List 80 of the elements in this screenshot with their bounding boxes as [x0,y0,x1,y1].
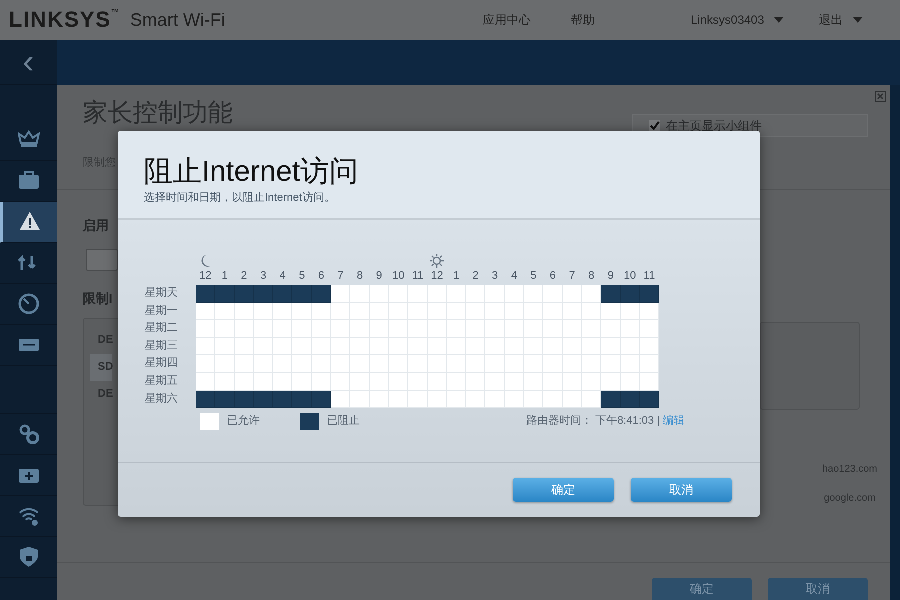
separator: | [657,414,660,430]
hour-label: 10 [391,269,406,284]
hour-label: 7 [336,269,345,284]
day-label: 星期二 [145,321,179,336]
day-label: 星期六 [145,392,179,407]
hour-label: 11 [642,269,656,284]
schedule-cell[interactable] [601,285,621,303]
dialog-button[interactable]: 确定 [513,478,614,502]
hour-label: 3 [259,269,268,284]
hour-label: 1 [220,269,229,284]
schedule-cell[interactable] [273,390,292,408]
hour-label: 1 [452,269,461,284]
page-button[interactable]: 取消 [768,578,868,600]
dialog-button[interactable]: 取消 [631,478,732,502]
legend-label: 已阻止 [327,414,360,430]
briefcase-icon [18,170,40,192]
sidebar-item[interactable] [0,202,57,243]
nav-link[interactable]: Linksys03403 [691,11,819,29]
hour-label: 2 [472,269,480,284]
schedule-cell[interactable] [273,285,292,303]
hour-label: 10 [623,269,638,284]
hour-label: 8 [588,269,596,284]
schedule-cell[interactable] [215,285,235,303]
dialog-title: 阻止Internet访问 [144,155,360,190]
schedule-cell[interactable] [601,390,621,408]
sun-icon [430,254,444,268]
day-label: 星期四 [145,356,179,372]
hour-label: 9 [375,269,384,284]
hour-label: 5 [530,269,538,284]
toggle-switch[interactable] [86,248,118,270]
page-button[interactable]: 确定 [652,578,752,600]
schedule-cell[interactable] [312,285,332,303]
section-label: 启用 [83,217,109,235]
hour-label: 6 [317,269,326,284]
hour-label: 7 [568,269,576,284]
device-item[interactable]: SD [90,354,112,381]
schedule-cell[interactable] [254,285,274,303]
hour-label: 4 [510,269,518,284]
day-label: 星期五 [145,374,179,389]
schedule-cell[interactable] [620,285,640,303]
nav-link[interactable]: 退出 [819,11,891,29]
schedule-cell[interactable] [196,285,216,303]
day-label: 星期天 [145,286,179,301]
schedule-cell[interactable] [292,285,312,303]
caret-icon [774,17,784,23]
schedule-cell[interactable] [215,390,235,408]
close-icon [875,91,886,102]
hour-label: 3 [491,269,500,284]
logo: LINKSYS™ [9,9,120,31]
nav-link[interactable]: 应用中心 [483,11,571,29]
hour-label: 6 [548,269,558,284]
hour-label: 9 [606,269,615,284]
hour-label: 12 [198,269,213,284]
shield-icon [18,546,40,568]
hour-label: 4 [278,269,287,284]
router-time-label: 路由器时间： [526,414,592,430]
product-name: Smart Wi-Fi [130,8,226,32]
warning-icon [19,211,41,233]
checkbox[interactable] [649,120,660,131]
schedule-cell[interactable] [640,285,660,303]
caret-icon [853,17,863,23]
moon-icon [200,254,212,268]
schedule-cell[interactable] [292,390,312,408]
day-label: 星期一 [145,304,179,319]
day-label: 星期三 [145,338,179,354]
gauge-icon [18,293,40,315]
router-time: 下午8:41:03 [595,414,654,430]
hour-label: 5 [298,269,306,284]
hour-label: 8 [356,269,364,284]
hour-label: 2 [240,269,248,284]
gears-icon [18,423,40,445]
dialog-subtitle: 选择时间和日期，以阻止Internet访问。 [144,190,336,206]
hour-label: 12 [430,269,444,284]
schedule-cell[interactable] [234,285,254,303]
legend-label: 已允许 [227,414,260,430]
check-icon [650,120,660,130]
edit-link[interactable]: 编辑 [663,413,685,430]
hour-label: 11 [411,269,425,284]
schedule-cell[interactable] [196,390,216,408]
nav-link[interactable]: 帮助 [571,11,691,29]
